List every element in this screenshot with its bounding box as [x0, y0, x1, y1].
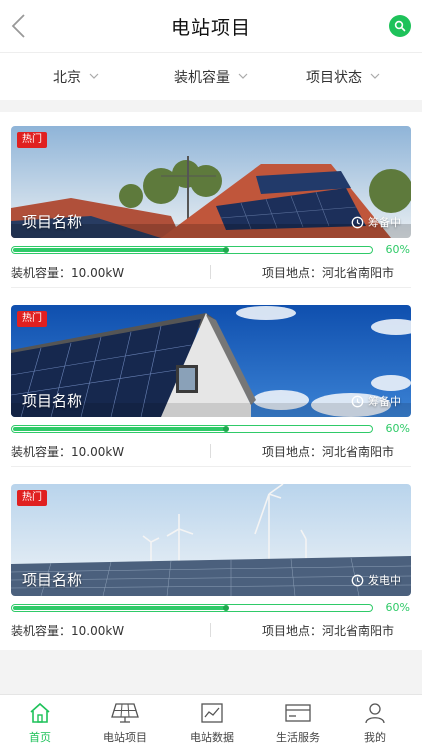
tab-data-label: 电站数据 — [190, 731, 234, 744]
tab-home[interactable]: 首页 — [5, 700, 75, 745]
user-icon — [365, 703, 385, 724]
filter-capacity[interactable]: 装机容量 — [174, 67, 248, 87]
project-status: 发电中 — [351, 572, 401, 588]
progress-dot — [223, 247, 229, 253]
bottom-tab-bar: 首页 电站项目 电站数据 生活服务 我的 — [0, 694, 422, 750]
tab-data[interactable]: 电站数据 — [177, 700, 247, 745]
tab-projects[interactable]: 电站项目 — [90, 700, 160, 745]
capacity-text: 装机容量：10.00kW — [11, 445, 125, 459]
project-name: 项目名称 — [22, 571, 83, 589]
home-icon — [30, 702, 50, 723]
card-divider — [11, 287, 411, 288]
progress-percent: 60% — [385, 601, 410, 614]
project-info: 装机容量：10.00kW 项目地点：河北省南阳市 — [0, 262, 422, 282]
project-status-label: 发电中 — [368, 574, 401, 587]
divider — [210, 444, 211, 458]
progress-bar — [11, 246, 373, 254]
progress-percent: 60% — [385, 243, 410, 256]
clock-history-icon — [351, 216, 364, 228]
project-list: 热门 项目名称 筹备中 60% 装机容量：10.00kW 项目地点：河北省南阳市 — [0, 112, 422, 650]
capacity-text: 装机容量：10.00kW — [11, 266, 125, 280]
page-title: 电站项目 — [170, 17, 251, 39]
search-icon — [394, 20, 406, 32]
top-bar: 电站项目 — [0, 0, 422, 52]
filter-status[interactable]: 项目状态 — [306, 67, 380, 87]
card-divider — [11, 466, 411, 467]
project-card[interactable]: 热门 项目名称 筹备中 60% 装机容量：10.00kW 项目地点：河北省南阳市 — [0, 112, 422, 288]
project-info: 装机容量：10.00kW 项目地点：河北省南阳市 — [0, 441, 422, 461]
tab-projects-label: 电站项目 — [103, 731, 147, 744]
progress-fill — [13, 427, 228, 431]
divider — [210, 623, 211, 637]
project-name: 项目名称 — [22, 392, 83, 410]
project-card[interactable]: 热门 项目名称 筹备中 60% 装机容量：10.00kW 项目地点：河北省南阳市 — [0, 291, 422, 467]
progress-bar — [11, 604, 373, 612]
card-icon — [285, 704, 311, 722]
filter-city[interactable]: 北京 — [53, 67, 99, 87]
search-button[interactable] — [389, 15, 411, 37]
filter-status-label: 项目状态 — [306, 70, 362, 86]
location-text: 项目地点：河北省南阳市 — [261, 266, 394, 280]
solar-panel-icon — [111, 703, 139, 723]
filter-capacity-label: 装机容量 — [174, 70, 230, 86]
location-text: 项目地点：河北省南阳市 — [261, 624, 394, 638]
tab-services[interactable]: 生活服务 — [263, 700, 333, 745]
project-image: 热门 项目名称 筹备中 — [11, 126, 411, 238]
chart-icon — [201, 703, 223, 723]
progress-percent: 60% — [385, 422, 410, 435]
divider — [210, 265, 211, 279]
project-image: 热门 项目名称 筹备中 — [11, 305, 411, 417]
chevron-down-icon — [370, 73, 380, 79]
progress-fill — [13, 248, 228, 252]
tab-profile-label: 我的 — [364, 731, 386, 744]
progress-dot — [223, 426, 229, 432]
project-status: 筹备中 — [351, 214, 401, 230]
tab-services-label: 生活服务 — [276, 731, 320, 744]
project-status-label: 筹备中 — [368, 395, 401, 408]
hot-badge: 热门 — [17, 132, 47, 148]
location-text: 项目地点：河北省南阳市 — [261, 445, 394, 459]
hot-badge: 热门 — [17, 311, 47, 327]
tab-home-label: 首页 — [29, 731, 51, 744]
clock-history-icon — [351, 574, 364, 586]
project-card[interactable]: 热门 项目名称 发电中 60% 装机容量：10.00kW 项目地点：河北省南阳市 — [0, 470, 422, 640]
progress-bar — [11, 425, 373, 433]
project-name: 项目名称 — [22, 213, 83, 231]
tab-profile[interactable]: 我的 — [340, 700, 410, 745]
project-info: 装机容量：10.00kW 项目地点：河北省南阳市 — [0, 620, 422, 640]
project-status-label: 筹备中 — [368, 216, 401, 229]
chevron-down-icon — [89, 73, 99, 79]
clock-history-icon — [351, 395, 364, 407]
filter-city-label: 北京 — [53, 70, 81, 86]
hot-badge: 热门 — [17, 490, 47, 506]
project-status: 筹备中 — [351, 393, 401, 409]
progress-dot — [223, 605, 229, 611]
progress-fill — [13, 606, 228, 610]
project-image: 热门 项目名称 发电中 — [11, 484, 411, 596]
capacity-text: 装机容量：10.00kW — [11, 624, 125, 638]
filter-bar: 北京 装机容量 项目状态 — [0, 52, 422, 100]
chevron-down-icon — [238, 73, 248, 79]
